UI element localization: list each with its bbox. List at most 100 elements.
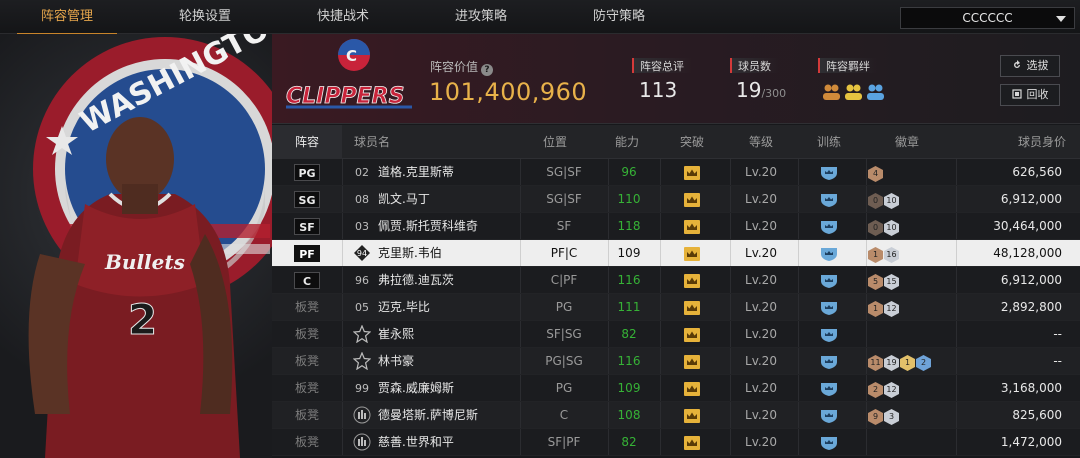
lineup-slot[interactable]: C [272, 267, 342, 294]
refresh-icon [1013, 60, 1020, 68]
column-divider [342, 402, 343, 428]
lineup-slot[interactable]: PF [272, 240, 342, 267]
column-header-breakthrough[interactable]: 突破 [657, 125, 727, 159]
column-header-badges[interactable]: 徽章 [872, 125, 942, 159]
lineup-slot[interactable]: 板凳 [272, 348, 342, 375]
training-button[interactable] [784, 240, 874, 267]
player-badges[interactable] [866, 429, 956, 456]
player-name[interactable]: 贾森.威廉姆斯 [378, 375, 518, 402]
column-divider [956, 402, 957, 428]
help-icon[interactable]: ? [481, 64, 494, 76]
badge-hex-icon: 16 [884, 247, 899, 263]
player-count-max: /300 [761, 87, 787, 100]
recycle-button[interactable]: 回收 [1000, 84, 1060, 106]
player-badges[interactable] [866, 321, 956, 348]
jersey-number [352, 348, 372, 375]
table-row[interactable]: 板凳 德曼塔斯.萨博尼斯 C 108 Lv.20 9 3 825,600 [272, 402, 1080, 429]
player-badges[interactable]: 5 15 [866, 267, 956, 294]
player-name[interactable]: 崔永熙 [378, 321, 518, 348]
column-header-name[interactable]: 球员名 [354, 125, 414, 159]
scout-button[interactable]: 选拔 [1000, 55, 1060, 77]
player-name[interactable]: 林书豪 [378, 348, 518, 375]
tab-lineup-management[interactable]: 阵容管理 [17, 0, 117, 35]
lineup-slot[interactable]: 板凳 [272, 402, 342, 429]
badge-hex-icon: 1 [868, 247, 883, 263]
lineup-slot[interactable]: SF [272, 213, 342, 240]
training-button[interactable] [784, 402, 874, 429]
player-name[interactable]: 道格.克里斯蒂 [378, 159, 518, 186]
player-badges[interactable]: 0 10 [866, 213, 956, 240]
player-badges[interactable]: 1 12 [866, 294, 956, 321]
star-icon [353, 325, 371, 343]
training-button[interactable] [784, 213, 874, 240]
table-row[interactable]: 板凳 05 迈克.毕比 PG 111 Lv.20 1 12 2,892,800 [272, 294, 1080, 321]
badge-hex-icon: 2 [916, 355, 931, 371]
jersey-number [352, 402, 372, 429]
training-shield-icon [821, 302, 837, 315]
column-header-ability[interactable]: 能力 [592, 125, 662, 159]
jersey-number: 99 [355, 382, 369, 395]
table-row[interactable]: PG 02 道格.克里斯蒂 SG|SF 96 Lv.20 4 626,560 [272, 159, 1080, 186]
table-row[interactable]: 板凳 99 贾森.威廉姆斯 PG 109 Lv.20 2 12 3,168,000 [272, 375, 1080, 402]
player-name[interactable]: 凯文.马丁 [378, 186, 518, 213]
training-button[interactable] [784, 321, 874, 348]
column-divider [956, 429, 957, 455]
player-name[interactable]: 克里斯.韦伯 [378, 240, 518, 267]
column-header-position[interactable]: 位置 [520, 125, 590, 159]
lineup-slot[interactable]: 板凳 [272, 429, 342, 456]
tab-offense-strategy[interactable]: 进攻策略 [431, 0, 531, 34]
table-row[interactable]: 板凳 崔永熙 SF|SG 82 Lv.20 -- [272, 321, 1080, 348]
crown-icon [684, 409, 700, 423]
column-divider [956, 375, 957, 401]
lineup-slot[interactable]: SG [272, 186, 342, 213]
training-shield-icon [821, 383, 837, 396]
column-header-lineup[interactable]: 阵容 [272, 125, 342, 159]
column-divider [342, 186, 343, 212]
training-button[interactable] [784, 429, 874, 456]
table-row[interactable]: SF 03 佩贾.斯托贾科维奇 SF 118 Lv.20 0 10 30,464,000 [272, 213, 1080, 240]
player-name[interactable]: 弗拉德.迪瓦茨 [378, 267, 518, 294]
table-row[interactable]: C 96 弗拉德.迪瓦茨 C|PF 116 Lv.20 5 15 6,912,000 [272, 267, 1080, 294]
table-row[interactable]: SG 08 凯文.马丁 SG|SF 110 Lv.20 0 10 6,912,000 [272, 186, 1080, 213]
lineup-slot[interactable]: 板凳 [272, 294, 342, 321]
player-badges[interactable]: 11 19 1 2 [866, 348, 956, 375]
synergy-icons[interactable] [822, 82, 888, 106]
team-select-dropdown[interactable]: CCCCCC [900, 7, 1075, 29]
player-badges[interactable]: 0 10 [866, 186, 956, 213]
player-badges[interactable]: 2 12 [866, 375, 956, 402]
player-name[interactable]: 慈善.世界和平 [378, 429, 518, 456]
column-header-level[interactable]: 等级 [726, 125, 796, 159]
training-button[interactable] [784, 267, 874, 294]
lineup-slot[interactable]: 板凳 [272, 321, 342, 348]
player-badges[interactable]: 1 16 [866, 240, 956, 267]
training-button[interactable] [784, 294, 874, 321]
player-badges[interactable]: 93 [866, 402, 956, 429]
column-header-worth[interactable]: 球员身价 [986, 125, 1066, 159]
lineup-slot[interactable]: PG [272, 159, 342, 186]
badge-hex-icon: 12 [884, 382, 899, 398]
training-shield-icon [821, 275, 837, 288]
training-button[interactable] [784, 186, 874, 213]
tab-defense-strategy[interactable]: 防守策略 [569, 0, 669, 34]
table-row[interactable]: 板凳 慈善.世界和平 SF|PF 82 Lv.20 1,472,000 [272, 429, 1080, 456]
training-button[interactable] [784, 348, 874, 375]
player-worth: 825,600 [1012, 408, 1062, 422]
player-name[interactable]: 德曼塔斯.萨博尼斯 [378, 402, 518, 429]
player-count-value: 19 [736, 78, 762, 102]
position-badge: PG [294, 164, 320, 181]
column-header-training[interactable]: 训练 [794, 125, 864, 159]
player-worth: -- [1053, 327, 1062, 341]
lineup-value-label: 阵容价值? [430, 58, 494, 76]
player-name[interactable]: 佩贾.斯托贾科维奇 [378, 213, 518, 240]
column-divider [342, 240, 343, 266]
table-row[interactable]: 板凳 林书豪 PG|SG 116 Lv.20 11 19 1 2 -- [272, 348, 1080, 375]
table-row[interactable]: PF 94 克里斯.韦伯 PF|C 109 Lv.20 1 16 48,128,000 [272, 240, 1080, 267]
tab-rotation-settings[interactable]: 轮换设置 [155, 0, 255, 34]
training-button[interactable] [784, 375, 874, 402]
player-worth: 6,912,000 [1000, 192, 1062, 206]
player-badges[interactable]: 4 [866, 159, 956, 186]
tab-quick-tactics[interactable]: 快捷战术 [293, 0, 393, 34]
lineup-slot[interactable]: 板凳 [272, 375, 342, 402]
player-name[interactable]: 迈克.毕比 [378, 294, 518, 321]
training-button[interactable] [784, 159, 874, 186]
